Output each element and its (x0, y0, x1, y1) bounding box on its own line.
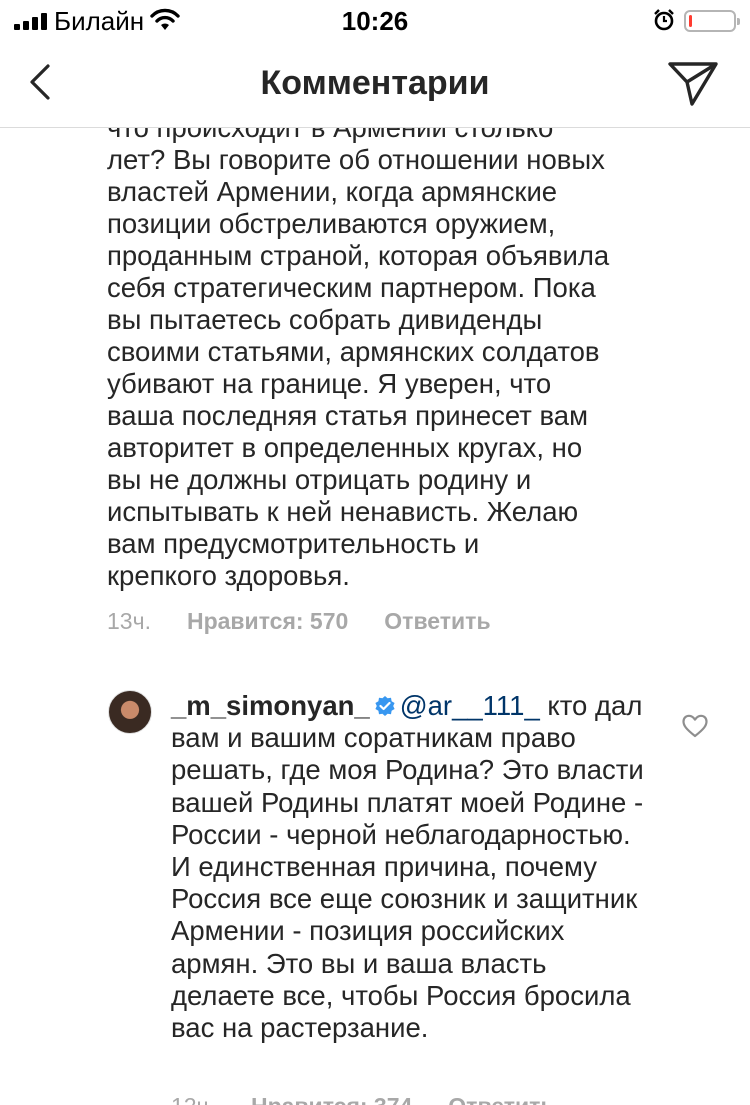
likes-count[interactable]: Нравится: 374 (251, 1093, 412, 1105)
avatar[interactable] (108, 690, 152, 734)
page-title: Комментарии (260, 64, 490, 102)
battery-icon (684, 10, 740, 32)
comments-list[interactable]: что происходит в Армении столько лет? Вы… (0, 128, 750, 1105)
verified-badge-icon (375, 696, 395, 716)
direct-send-icon[interactable] (666, 58, 720, 108)
battery-level-fill (689, 15, 692, 27)
reply-button[interactable]: Ответить (384, 608, 490, 635)
alarm-icon (654, 9, 674, 31)
mention-link[interactable]: @ar__111_ (400, 690, 540, 721)
comment-text: что происходит в Армении столько лет? Вы… (107, 128, 610, 591)
heart-icon[interactable] (682, 714, 708, 738)
comment-body: _m_simonyan_ @ar__111_ кто дал вам и ваши… (171, 690, 651, 1044)
comment-time: 13ч. (107, 608, 151, 634)
comment-meta: 13ч. Нравится: 570 Ответить (107, 608, 491, 635)
comment-meta: 12ч. Нравится: 374 Ответить (171, 1093, 555, 1105)
username[interactable]: _m_simonyan_ (171, 690, 370, 721)
navigation-bar: Комментарии (0, 40, 750, 128)
status-bar: Билайн 10:26 (0, 0, 750, 40)
reply-button[interactable]: Ответить (448, 1093, 554, 1105)
likes-count[interactable]: Нравится: 570 (187, 608, 348, 635)
comments-screen: Билайн 10:26 Комментарии что происходит … (0, 0, 750, 1105)
comment-item: что происходит в Армении столько лет? Вы… (107, 128, 707, 592)
comment-text: кто дал вам и вашим соратникам право реш… (171, 690, 644, 1044)
clock: 10:26 (341, 6, 409, 36)
comment-time: 12ч. (171, 1093, 215, 1105)
